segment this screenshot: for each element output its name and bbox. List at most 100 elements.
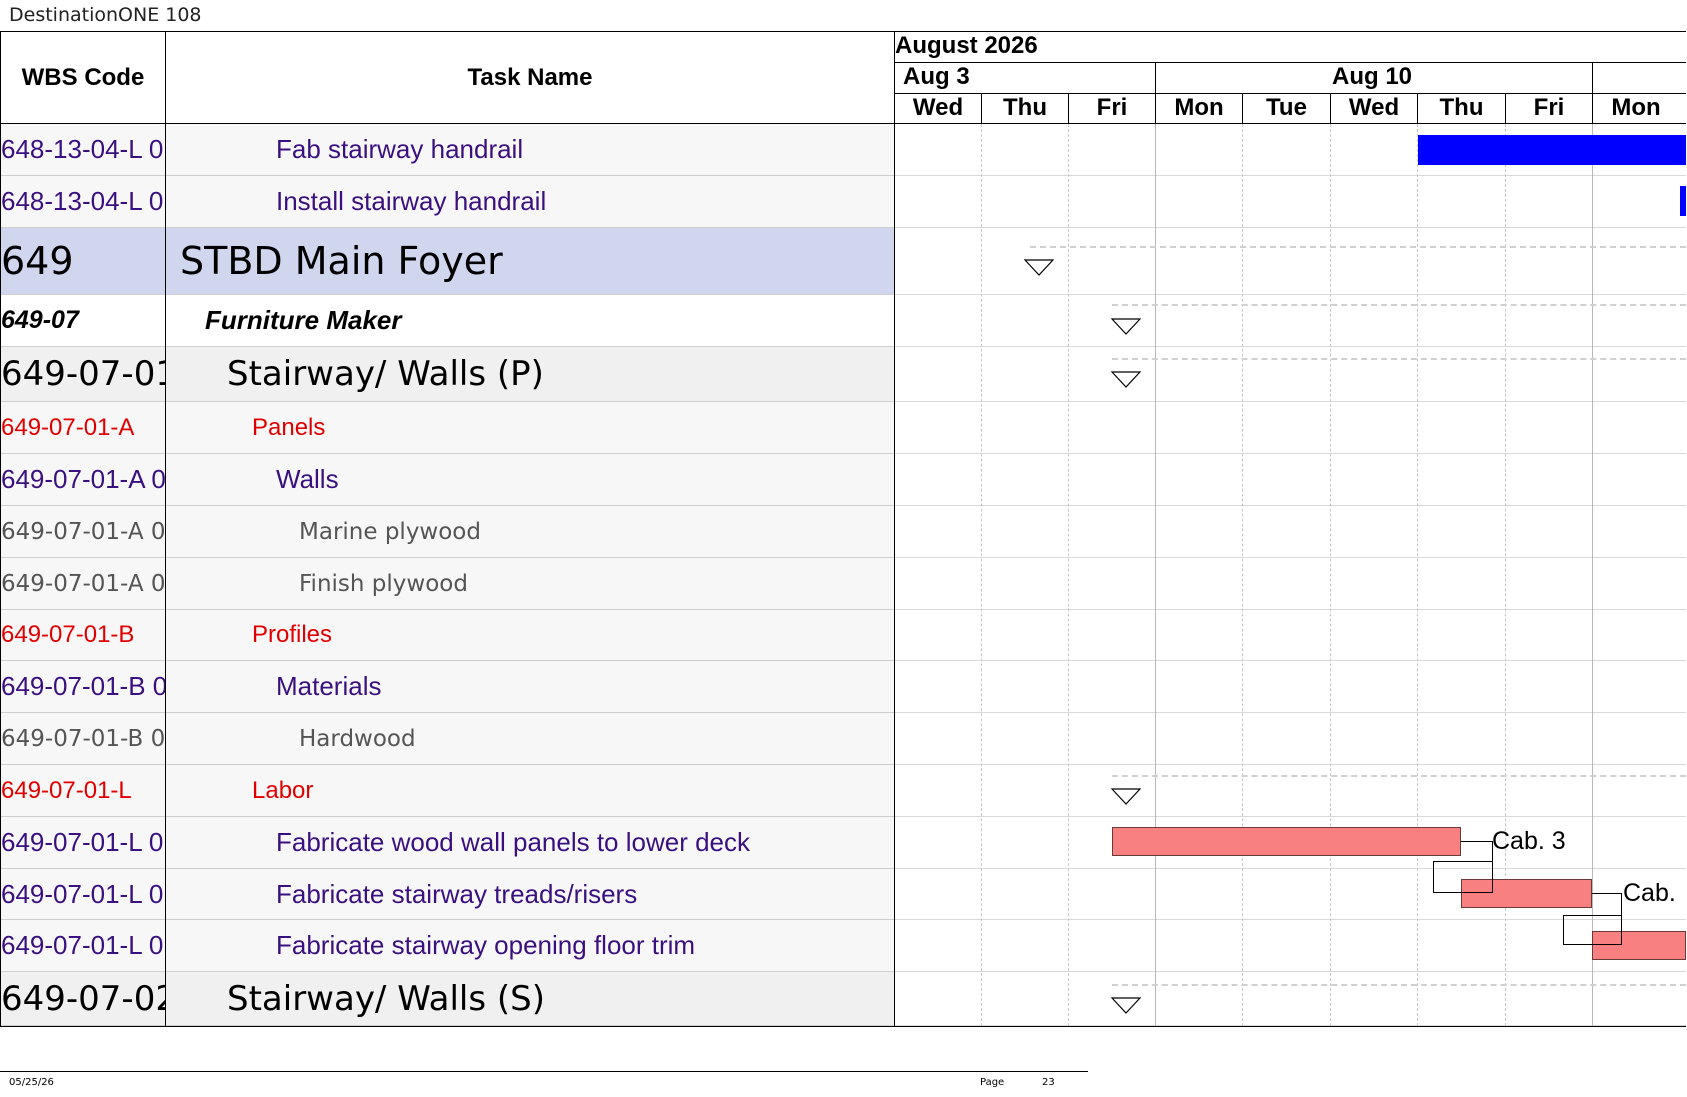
task-row[interactable]: 649-07-01-L 0 Fabricate wood wall panels …	[0, 817, 894, 869]
task-name-cell[interactable]: Furniture Maker	[166, 295, 893, 346]
summary-line	[1112, 984, 1686, 986]
wbs-code-cell[interactable]: 649-07-01-B	[1, 610, 165, 660]
wbs-code-cell[interactable]: 649-07-01	[1, 347, 165, 401]
wbs-code-cell[interactable]: 649-07-01-A 01	[1, 558, 165, 609]
day-header-wed: Wed	[1348, 94, 1400, 121]
wbs-code-cell[interactable]: 649-07-01-L 0	[1, 817, 165, 868]
week-divider	[1592, 62, 1593, 124]
wbs-code-cell[interactable]: 649-07-02	[1, 972, 165, 1025]
footer-date: 05/25/26	[9, 1077, 54, 1088]
dependency-link	[1433, 861, 1493, 893]
timeline-week-2: Aug 10	[1332, 63, 1413, 90]
wbs-code-header[interactable]: WBS Code	[1, 32, 165, 123]
grid-line	[1330, 124, 1331, 1026]
task-bar-fabricate-wall-panels[interactable]	[1112, 827, 1461, 856]
wbs-code-cell[interactable]: 649-07-01-L	[1, 765, 165, 816]
wbs-code-cell[interactable]: 648-13-04-L 0	[1, 176, 165, 227]
grid-line	[1242, 124, 1243, 1026]
task-name-cell[interactable]: Fabricate stairway treads/risers	[166, 869, 893, 919]
task-name-header[interactable]: Task Name	[166, 32, 894, 123]
grid-line	[1417, 124, 1418, 1026]
task-row[interactable]: 649-07-01-A 01 Marine plywood	[0, 506, 894, 558]
day-header-thu: Thu	[1439, 94, 1484, 121]
timeline-row	[894, 713, 1686, 765]
timeline-month: August 2026	[895, 32, 1038, 59]
wbs-code-cell[interactable]: 649	[1, 228, 165, 294]
grid-line	[1068, 124, 1069, 1026]
task-row[interactable]: 649-07-02 Stairway/ Walls (S)	[0, 972, 894, 1026]
summary-line	[1112, 775, 1686, 777]
task-name-cell[interactable]: Panels	[166, 402, 893, 453]
day-divider	[1068, 93, 1069, 124]
task-name-cell[interactable]: STBD Main Foyer	[166, 228, 893, 294]
wbs-code-cell[interactable]: 648-13-04-L 0	[1, 124, 165, 175]
timeline-row	[894, 228, 1686, 295]
dependency-link	[1461, 841, 1493, 861]
timeline-row	[894, 558, 1686, 610]
task-row[interactable]: 649-07-01-B 0 Materials	[0, 661, 894, 713]
task-bar-fab-stairway-handrail[interactable]	[1418, 135, 1686, 165]
summary-marker-icon	[1111, 788, 1141, 805]
task-row[interactable]: 649-07-01-B Profiles	[0, 610, 894, 661]
task-row[interactable]: 649-07-01-L 0 Fabricate stairway opening …	[0, 920, 894, 972]
day-divider	[1417, 93, 1418, 124]
header-divider	[894, 93, 1686, 94]
task-name-cell[interactable]: Marine plywood	[166, 506, 893, 557]
task-name-cell[interactable]: Stairway/ Walls (P)	[166, 347, 893, 401]
wbs-code-cell[interactable]: 649-07-01-A 0	[1, 454, 165, 505]
summary-marker-icon	[1111, 318, 1141, 335]
wbs-column-divider	[165, 31, 166, 1027]
task-row[interactable]: 649-07-01 Stairway/ Walls (P)	[0, 347, 894, 402]
timeline-row	[894, 402, 1686, 454]
task-row[interactable]: 649 STBD Main Foyer	[0, 228, 894, 295]
task-name-cell[interactable]: Stairway/ Walls (S)	[166, 972, 893, 1025]
task-name-cell[interactable]: Profiles	[166, 610, 893, 660]
task-row[interactable]: 649-07-01-A 01 Finish plywood	[0, 558, 894, 610]
timeline-row	[894, 295, 1686, 347]
task-name-cell[interactable]: Walls	[166, 454, 893, 505]
summary-marker-icon	[1111, 371, 1141, 388]
task-row[interactable]: 648-13-04-L 0 Install stairway handrail	[0, 176, 894, 228]
wbs-code-cell[interactable]: 649-07	[1, 295, 165, 346]
timeline-row	[894, 661, 1686, 713]
day-header-tue: Tue	[1266, 94, 1307, 121]
task-name-cell[interactable]: Materials	[166, 661, 893, 712]
task-name-cell[interactable]: Fabricate stairway opening floor trim	[166, 920, 893, 971]
dependency-link	[1592, 893, 1622, 915]
timeline-row	[894, 176, 1686, 228]
summary-line	[1112, 304, 1686, 306]
task-name-cell[interactable]: Labor	[166, 765, 893, 816]
task-name-cell[interactable]: Fabricate wood wall panels to lower deck	[166, 817, 893, 868]
wbs-code-cell[interactable]: 649-07-01-B 0	[1, 661, 165, 712]
task-bar-install-stairway-handrail[interactable]	[1680, 186, 1686, 216]
wbs-code-cell[interactable]: 649-07-01-L 0	[1, 920, 165, 971]
task-name-cell[interactable]: Install stairway handrail	[166, 176, 893, 227]
timeline-row	[894, 454, 1686, 506]
wbs-code-cell[interactable]: 649-07-01-A	[1, 402, 165, 453]
task-row[interactable]: 648-13-04-L 0 Fab stairway handrail	[0, 124, 894, 176]
task-name-cell[interactable]: Finish plywood	[166, 558, 893, 609]
summary-marker-icon	[1024, 259, 1054, 276]
task-row[interactable]: 649-07-01-A Panels	[0, 402, 894, 454]
table-timeline-divider	[894, 31, 895, 1027]
timeline-row	[894, 972, 1686, 1026]
footer-page-number: 23	[1042, 1077, 1055, 1088]
task-name-cell[interactable]: Hardwood	[166, 713, 893, 764]
task-row[interactable]: 649-07-01-L 0 Fabricate stairway treads/r…	[0, 869, 894, 920]
dependency-link	[1563, 915, 1622, 945]
task-row[interactable]: 649-07 Furniture Maker	[0, 295, 894, 347]
task-row[interactable]: 649-07-01-L Labor	[0, 765, 894, 817]
document-title: DestinationONE 108	[9, 4, 202, 26]
wbs-code-cell[interactable]: 649-07-01-A 01	[1, 506, 165, 557]
bar-label-cab-3: Cab. 3	[1492, 827, 1566, 855]
task-row[interactable]: 649-07-01-B 01 Hardwood	[0, 713, 894, 765]
wbs-code-cell[interactable]: 649-07-01-L 0	[1, 869, 165, 919]
timeline-week-1: Aug 3	[903, 63, 970, 90]
day-divider	[1330, 93, 1331, 124]
task-name-cell[interactable]: Fab stairway handrail	[166, 124, 893, 175]
grid-line	[1592, 124, 1593, 1026]
timeline-row	[894, 765, 1686, 817]
wbs-code-cell[interactable]: 649-07-01-B 01	[1, 713, 165, 764]
footer-divider	[0, 1071, 1088, 1072]
task-row[interactable]: 649-07-01-A 0 Walls	[0, 454, 894, 506]
